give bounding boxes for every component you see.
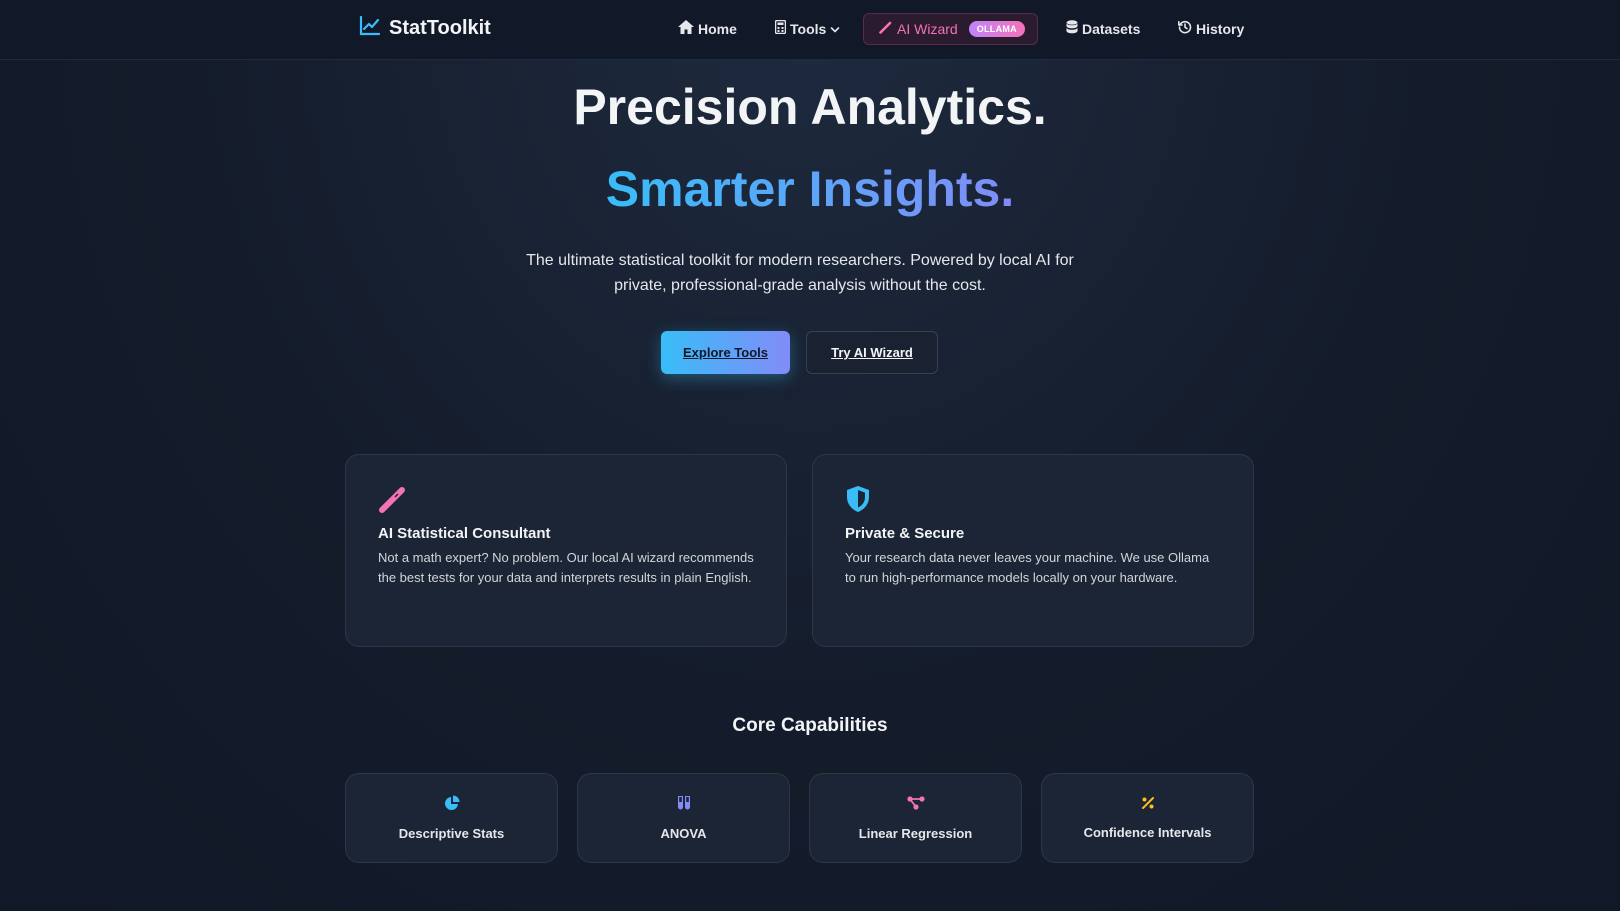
hero-description: The ultimate statistical toolkit for mod… xyxy=(526,252,1074,294)
feature-card-private-secure: Private & Secure Your research data neve… xyxy=(812,454,1254,647)
brand-logo[interactable]: StatToolkit xyxy=(359,15,491,41)
magic-wand-icon xyxy=(879,21,892,37)
nav-home[interactable]: Home xyxy=(678,20,737,37)
nav-datasets[interactable]: Datasets xyxy=(1066,20,1140,37)
feature-text: Your research data never leaves your mac… xyxy=(845,550,1210,585)
navbar: StatToolkit Home Tools AI Wizard OLLAMA xyxy=(0,0,1620,60)
magic-wand-icon xyxy=(378,485,754,515)
history-icon xyxy=(1178,20,1192,37)
hero-subtitle: Smarter Insights. xyxy=(605,161,1015,217)
capability-confidence-intervals[interactable]: Confidence Intervals xyxy=(1041,773,1254,863)
feature-text: Not a math expert? No problem. Our local… xyxy=(378,550,754,585)
shield-icon xyxy=(845,485,1221,515)
nav-ai-wizard[interactable]: AI Wizard OLLAMA xyxy=(863,13,1038,45)
chevron-down-icon xyxy=(830,21,840,37)
calculator-icon xyxy=(774,19,787,37)
feature-card-ai-consultant: AI Statistical Consultant Not a math exp… xyxy=(345,454,787,647)
brand-name: StatToolkit xyxy=(389,17,491,39)
capability-linear-regression[interactable]: Linear Regression xyxy=(809,773,1022,863)
home-icon xyxy=(678,20,694,37)
nav-history[interactable]: History xyxy=(1178,20,1244,37)
pie-chart-icon xyxy=(444,795,460,816)
capability-anova[interactable]: ANOVA xyxy=(577,773,790,863)
try-ai-wizard-button[interactable]: Try AI Wizard xyxy=(806,331,938,374)
ollama-badge: OLLAMA xyxy=(968,21,1025,37)
percent-icon xyxy=(1141,796,1155,815)
feature-title: Private & Secure xyxy=(845,525,965,542)
hero-title: Precision Analytics. xyxy=(573,79,1047,135)
core-capabilities-heading: Core Capabilities xyxy=(732,715,888,736)
capability-descriptive-stats[interactable]: Descriptive Stats xyxy=(345,773,558,863)
nodes-icon xyxy=(906,795,925,816)
chart-line-icon xyxy=(359,15,381,41)
nav-tools-dropdown[interactable]: Tools xyxy=(774,19,840,37)
database-icon xyxy=(1066,20,1078,37)
feature-title: AI Statistical Consultant xyxy=(378,525,551,542)
vials-icon xyxy=(676,795,692,816)
explore-tools-button[interactable]: Explore Tools xyxy=(661,331,790,374)
